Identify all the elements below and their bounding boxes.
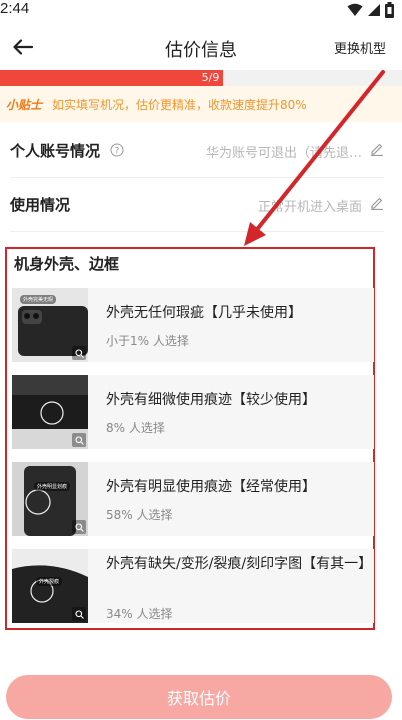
option-percentage: 34% 人选择	[106, 607, 173, 621]
account-status-row[interactable]: 个人账号情况 ? 华为账号可退出（请先退…	[10, 124, 384, 178]
option-card-damaged[interactable]: 外壳裂痕 外壳有缺失/变形/裂痕/刻印字图【有其一】 34% 人选择	[12, 549, 374, 623]
account-status-label: 个人账号情况	[10, 142, 101, 160]
option-thumbnail[interactable]: 外壳明显划痕	[12, 462, 88, 536]
tips-badge: 小贴士	[6, 97, 43, 112]
status-icons	[347, 2, 394, 18]
zoom-icon[interactable]	[72, 346, 86, 360]
wifi-icon	[347, 3, 363, 16]
status-time: 2:44	[0, 0, 30, 17]
signal-icon	[368, 4, 380, 16]
thumb-tag: 外壳裂痕	[36, 577, 63, 586]
get-estimate-button[interactable]: 获取估价	[6, 675, 392, 719]
progress-text: 5/9	[201, 71, 220, 84]
zoom-icon[interactable]	[72, 433, 86, 447]
option-card-slight-wear[interactable]: 外壳有细微使用痕迹【较少使用】 8% 人选择	[12, 375, 374, 449]
thumb-tag: 外壳明显划痕	[34, 482, 71, 491]
tips-text: 如实填写机况，估价更精准，收款速度提升80%	[52, 97, 307, 112]
help-icon[interactable]: ?	[110, 143, 124, 157]
option-card-obvious-wear[interactable]: 外壳明显划痕 外壳有明显使用痕迹【经常使用】 58% 人选择	[12, 462, 374, 536]
option-card-flawless[interactable]: 外壳完美无瑕 外壳无任何瑕疵【几乎未使用】 小于1% 人选择	[12, 288, 374, 362]
option-thumbnail[interactable]	[12, 375, 88, 449]
battery-icon	[385, 2, 394, 18]
progress-bar: 5/9	[0, 70, 402, 86]
housing-frame-section: 机身外壳、边框 外壳完美无瑕 外壳无任何瑕疵【几乎未使用】 小于1% 人选择 外…	[5, 247, 375, 630]
tips-bar: 小贴士 如实填写机况，估价更精准，收款速度提升80%	[0, 86, 402, 122]
option-percentage: 58% 人选择	[106, 508, 173, 522]
usage-status-value: 正常开机进入桌面	[257, 200, 362, 215]
usage-status-row[interactable]: 使用情况 正常开机进入桌面	[10, 178, 384, 232]
option-title: 外壳有明显使用痕迹【经常使用】	[106, 479, 316, 495]
svg-text:?: ?	[115, 147, 120, 157]
thumb-tag: 外壳完美无瑕	[20, 295, 57, 304]
option-title: 外壳有细微使用痕迹【较少使用】	[106, 392, 316, 408]
usage-status-label: 使用情况	[10, 196, 71, 214]
zoom-icon[interactable]	[72, 520, 86, 534]
option-thumbnail[interactable]: 外壳裂痕	[12, 549, 88, 623]
option-percentage: 小于1% 人选择	[106, 334, 189, 348]
section-title: 机身外壳、边框	[14, 255, 120, 273]
option-thumbnail[interactable]: 外壳完美无瑕	[12, 288, 88, 362]
nav-bar: 估价信息 更换机型	[0, 26, 402, 68]
zoom-icon[interactable]	[72, 607, 86, 621]
option-title: 外壳有缺失/变形/裂痕/刻印字图【有其一】	[106, 556, 373, 572]
option-percentage: 8% 人选择	[106, 421, 165, 435]
change-model-button[interactable]: 更换机型	[334, 38, 386, 57]
account-status-value: 华为账号可退出（请先退…	[205, 146, 362, 161]
status-bar: 2:44	[0, 0, 402, 24]
edit-icon[interactable]	[370, 196, 384, 210]
edit-icon[interactable]	[370, 142, 384, 156]
progress-fill: 5/9	[0, 70, 224, 86]
option-title: 外壳无任何瑕疵【几乎未使用】	[106, 305, 302, 321]
